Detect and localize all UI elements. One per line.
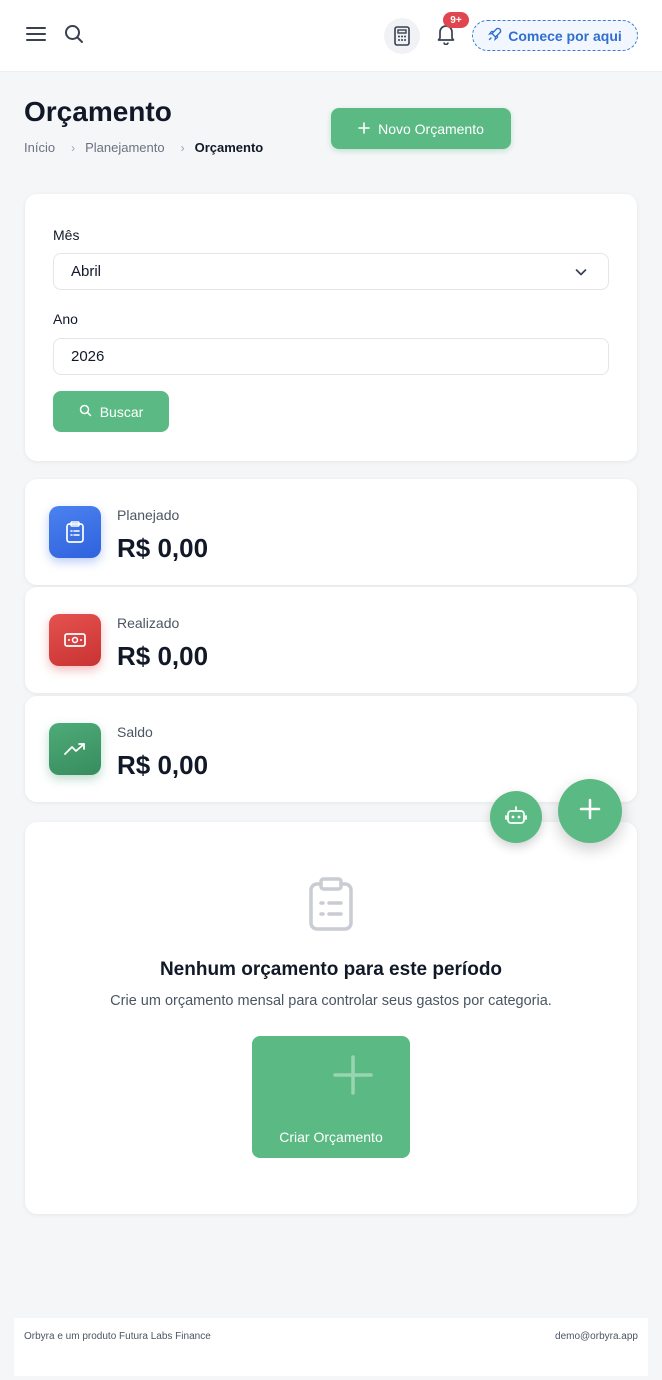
search-icon[interactable]: [60, 20, 88, 48]
month-label: Mês: [53, 227, 80, 243]
calculator-icon[interactable]: [384, 18, 420, 54]
clipboard-icon: [49, 506, 101, 558]
new-budget-button[interactable]: Novo Orçamento: [331, 108, 511, 149]
page-title: Orçamento: [24, 96, 172, 127]
stat-card-balance: Saldo R$ 0,00: [25, 696, 637, 802]
banknote-icon: [49, 614, 101, 666]
empty-state-subtitle: Crie um orçamento mensal para controlar …: [110, 993, 552, 1009]
chevron-right-icon: ›: [71, 140, 76, 155]
empty-state-title: Nenhum orçamento para este período: [159, 959, 503, 980]
plus-icon: [358, 121, 370, 137]
stat-card-planned: Planejado R$ 0,00: [25, 479, 637, 585]
empty-state-card: Nenhum orçamento para este período Crie …: [25, 822, 637, 1214]
filter-card: Mês Abril Ano 2026 Buscar: [25, 194, 637, 461]
plus-icon: [332, 1054, 374, 1099]
new-budget-label: Novo Orçamento: [378, 120, 484, 137]
search-button-label: Buscar: [99, 403, 144, 420]
clipboard-icon: [307, 876, 355, 937]
notification-badge: 9+: [443, 12, 469, 28]
stat-card-realized: Realizado R$ 0,00: [25, 587, 637, 693]
breadcrumb-planning[interactable]: Planejamento: [85, 140, 165, 155]
stat-value-balance: R$ 0,00: [117, 750, 209, 780]
year-value: 2026: [71, 348, 105, 365]
footer-email[interactable]: demo@orbyra.app: [555, 1331, 638, 1342]
create-budget-button[interactable]: Criar Orçamento: [252, 1036, 410, 1158]
search-button[interactable]: Buscar: [53, 391, 169, 432]
breadcrumb-current: Orçamento: [194, 140, 264, 155]
stat-value-planned: R$ 0,00: [117, 533, 209, 563]
assistant-bot-button[interactable]: [490, 791, 542, 843]
stat-label-realized: Realizado: [117, 615, 180, 631]
robot-icon: [505, 804, 527, 831]
chevron-down-icon: [574, 265, 588, 283]
start-here-label: Comece por aqui: [508, 27, 622, 44]
menu-icon[interactable]: [22, 20, 50, 48]
stat-label-planned: Planejado: [117, 507, 180, 523]
month-select[interactable]: Abril: [53, 253, 609, 290]
search-icon: [79, 404, 92, 420]
year-input[interactable]: 2026: [53, 338, 609, 375]
breadcrumb-home[interactable]: Início: [24, 140, 55, 155]
start-here-button[interactable]: Comece por aqui: [472, 20, 638, 51]
stat-value-realized: R$ 0,00: [117, 641, 209, 671]
footer-credit: Orbyra e um produto Futura Labs Finance: [24, 1331, 211, 1342]
plus-icon: [578, 797, 602, 826]
rocket-icon: [488, 27, 502, 44]
breadcrumb: Início › Planejamento › Orçamento: [24, 140, 263, 155]
month-value: Abril: [71, 263, 102, 280]
create-budget-label: Criar Orçamento: [279, 1129, 383, 1145]
top-bar: 9+ Comece por aqui: [0, 0, 662, 72]
trending-up-icon: [49, 723, 101, 775]
add-floating-button[interactable]: [558, 779, 622, 843]
footer: Orbyra e um produto Futura Labs Finance …: [14, 1318, 648, 1376]
chevron-right-icon: ›: [180, 140, 185, 155]
stat-label-balance: Saldo: [117, 724, 153, 740]
year-label: Ano: [53, 311, 78, 327]
